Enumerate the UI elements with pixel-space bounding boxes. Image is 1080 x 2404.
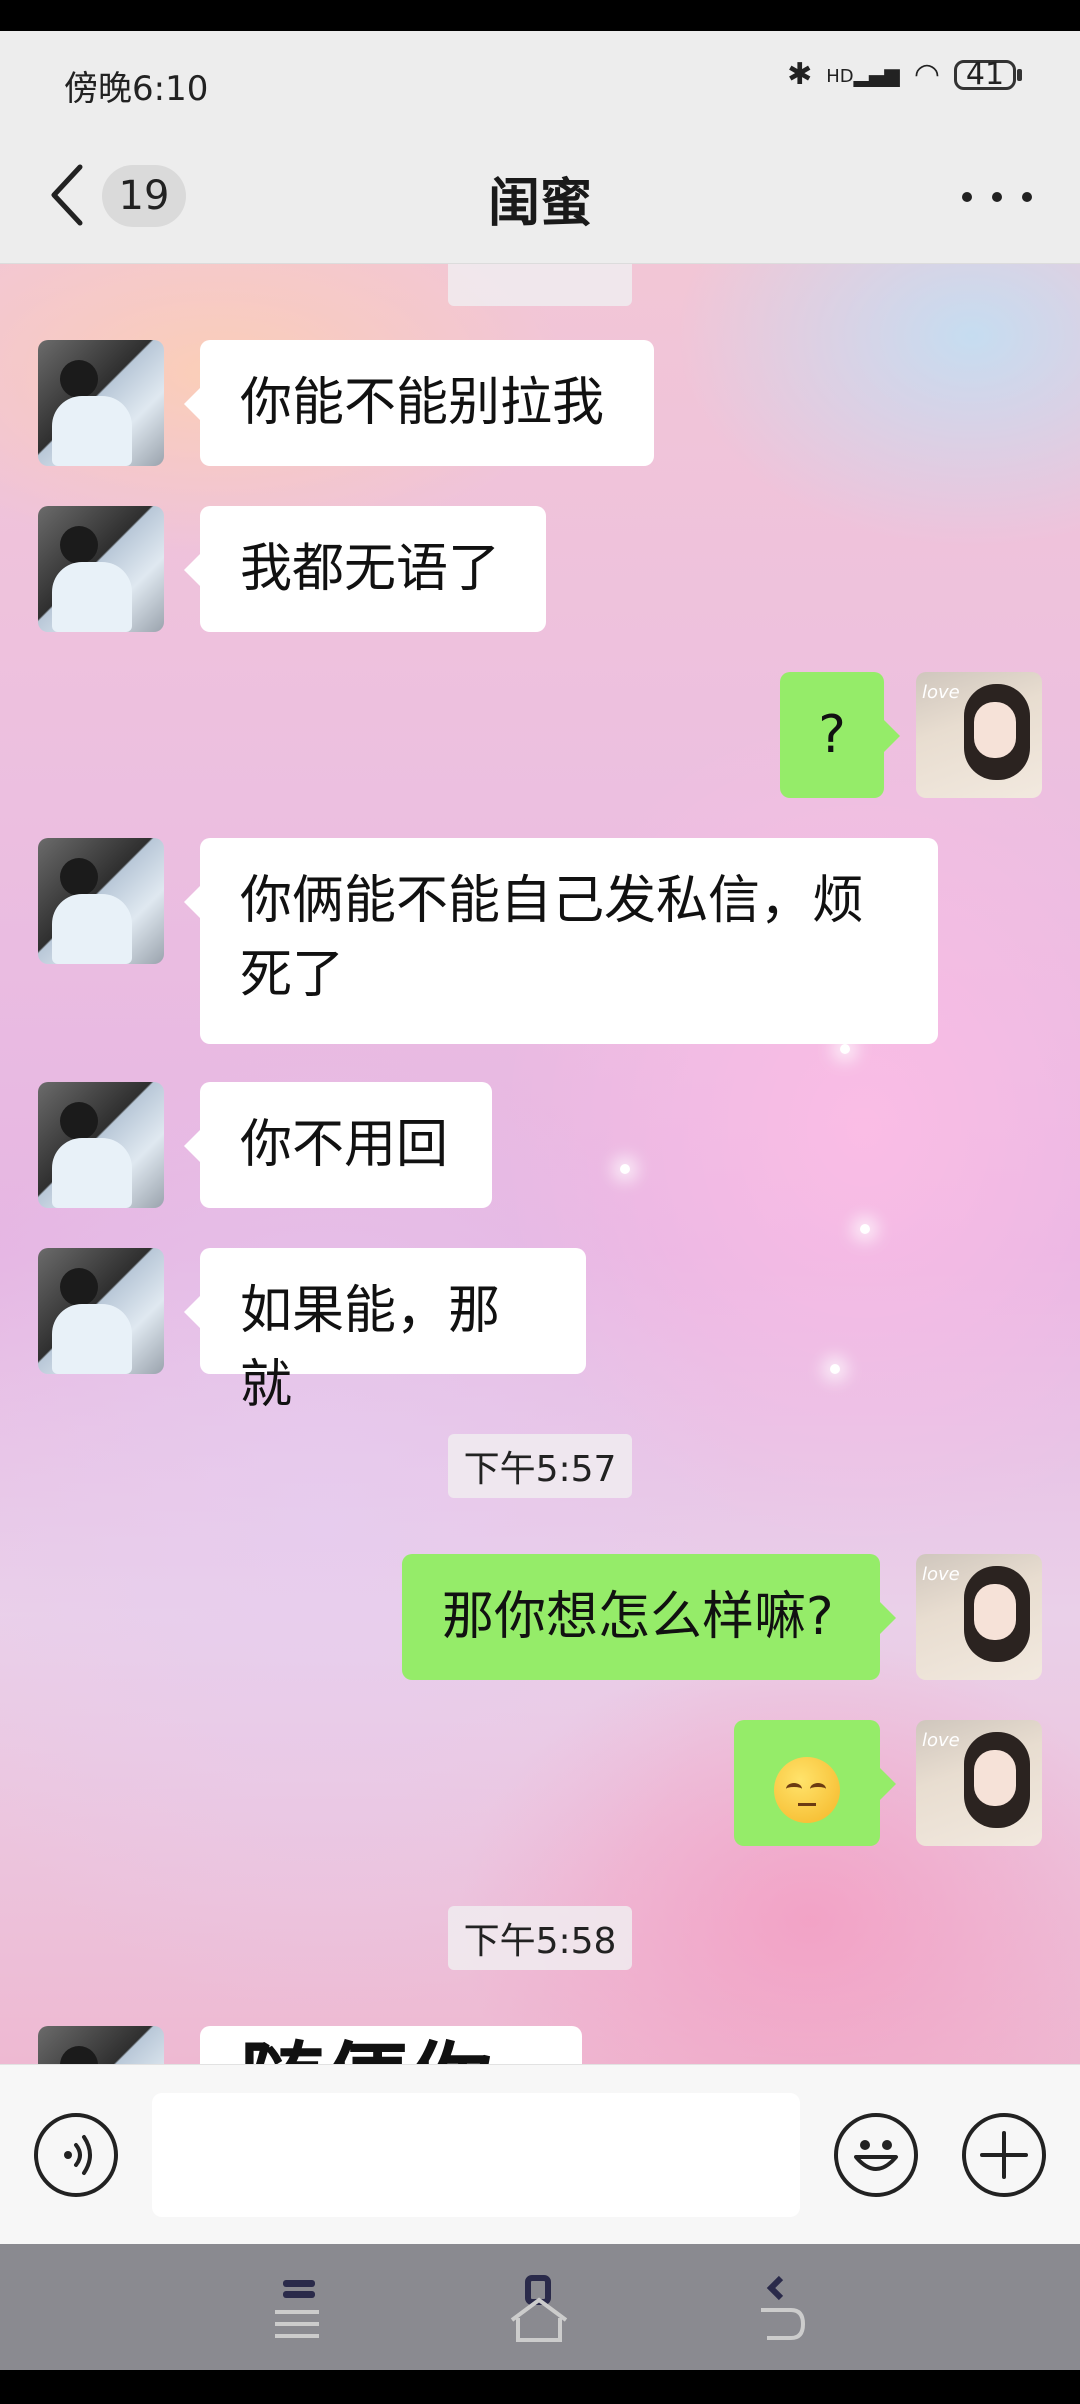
message-bubble[interactable]: 我都无语了 xyxy=(184,506,546,632)
friend-avatar[interactable] xyxy=(38,340,164,466)
status-bar: 傍晚6:10 ✱ HD▂▄▆ ◠ 41 xyxy=(0,31,1080,131)
emoji-message-bubble[interactable] xyxy=(734,1720,896,1846)
status-time: 傍晚6:10 xyxy=(64,69,209,109)
message-bubble[interactable]: 你不用回 xyxy=(184,1082,492,1208)
my-avatar[interactable]: love xyxy=(916,1554,1042,1680)
message-bubble[interactable]: 如果能，那就 xyxy=(184,1248,586,1415)
back-arrow-icon xyxy=(51,164,83,226)
my-avatar[interactable]: love xyxy=(916,672,1042,798)
background-sparkle xyxy=(830,1364,840,1374)
back-button[interactable] xyxy=(48,159,108,231)
timestamp-label: 下午5:57 xyxy=(447,1434,633,1498)
friend-avatar[interactable] xyxy=(38,1248,164,1374)
chat-header: 19 闺蜜 xyxy=(0,131,1080,264)
background-sparkle xyxy=(620,1164,630,1174)
home-nav-button[interactable] xyxy=(494,2264,584,2354)
my-avatar[interactable]: love xyxy=(916,1720,1042,1846)
avatar-love-text: love xyxy=(922,1564,960,1585)
battery-icon: 41 xyxy=(954,59,1022,90)
friend-avatar[interactable] xyxy=(38,2026,164,2064)
emoji-button[interactable] xyxy=(834,2113,918,2197)
more-button[interactable] xyxy=(962,169,1032,225)
back-nav-button[interactable] xyxy=(736,2264,826,2354)
emoji-mouth xyxy=(798,1803,816,1806)
timestamp-label: 下午5:58 xyxy=(447,1906,633,1970)
timestamp-partial: 下午5:56 xyxy=(0,264,1080,306)
friend-avatar[interactable] xyxy=(38,838,164,964)
more-icon xyxy=(962,192,972,202)
background-sparkle xyxy=(840,1044,850,1054)
message-list[interactable]: 下午5:56 你能不能别拉我 我都无语了 ? love 你俩能不能自己发私信，烦… xyxy=(0,264,1080,2064)
friend-avatar[interactable] xyxy=(38,506,164,632)
more-icon-dot xyxy=(1022,192,1032,202)
background-sparkle xyxy=(860,1224,870,1234)
message-bubble[interactable]: 随便你 xyxy=(200,2026,582,2064)
timestamp: 下午5:57 xyxy=(0,1434,1080,1498)
message-bubble[interactable]: ? xyxy=(780,672,900,798)
network-label: HD xyxy=(826,65,854,87)
message-bubble[interactable]: 你俩能不能自己发私信，烦死了 xyxy=(184,838,938,1044)
friend-avatar[interactable] xyxy=(38,1082,164,1208)
rolling-eyes-emoji-icon xyxy=(774,1757,840,1823)
input-bar xyxy=(0,2064,1080,2245)
voice-button[interactable] xyxy=(34,2113,118,2197)
system-navigation-bar xyxy=(0,2244,1080,2370)
plus-icon xyxy=(980,2131,1028,2179)
wifi-icon: ◠ xyxy=(913,57,940,92)
back-nav-icon xyxy=(761,2275,806,2340)
top-edge xyxy=(0,0,1080,31)
bluetooth-icon: ✱ xyxy=(787,57,813,92)
avatar-love-text: love xyxy=(922,1730,960,1751)
more-icon-dot xyxy=(992,192,1002,202)
unread-count-badge[interactable]: 19 xyxy=(102,165,186,227)
timestamp: 下午5:58 xyxy=(0,1906,1080,1970)
voice-icon xyxy=(64,2135,92,2175)
plus-button[interactable] xyxy=(962,2113,1046,2197)
message-input[interactable] xyxy=(152,2093,800,2217)
home-icon xyxy=(510,2275,568,2342)
status-icons: ✱ HD▂▄▆ ◠ 41 xyxy=(787,57,1022,92)
message-bubble[interactable]: 那你想怎么样嘛? xyxy=(402,1554,896,1680)
menu-icon xyxy=(275,2280,319,2338)
menu-nav-button[interactable] xyxy=(254,2264,344,2354)
message-bubble[interactable]: 你能不能别拉我 xyxy=(184,340,654,466)
avatar-love-text: love xyxy=(922,682,960,703)
bottom-edge xyxy=(0,2370,1080,2404)
signal-icon: HD▂▄▆ xyxy=(826,62,900,87)
emoji-icon xyxy=(854,2140,898,2171)
